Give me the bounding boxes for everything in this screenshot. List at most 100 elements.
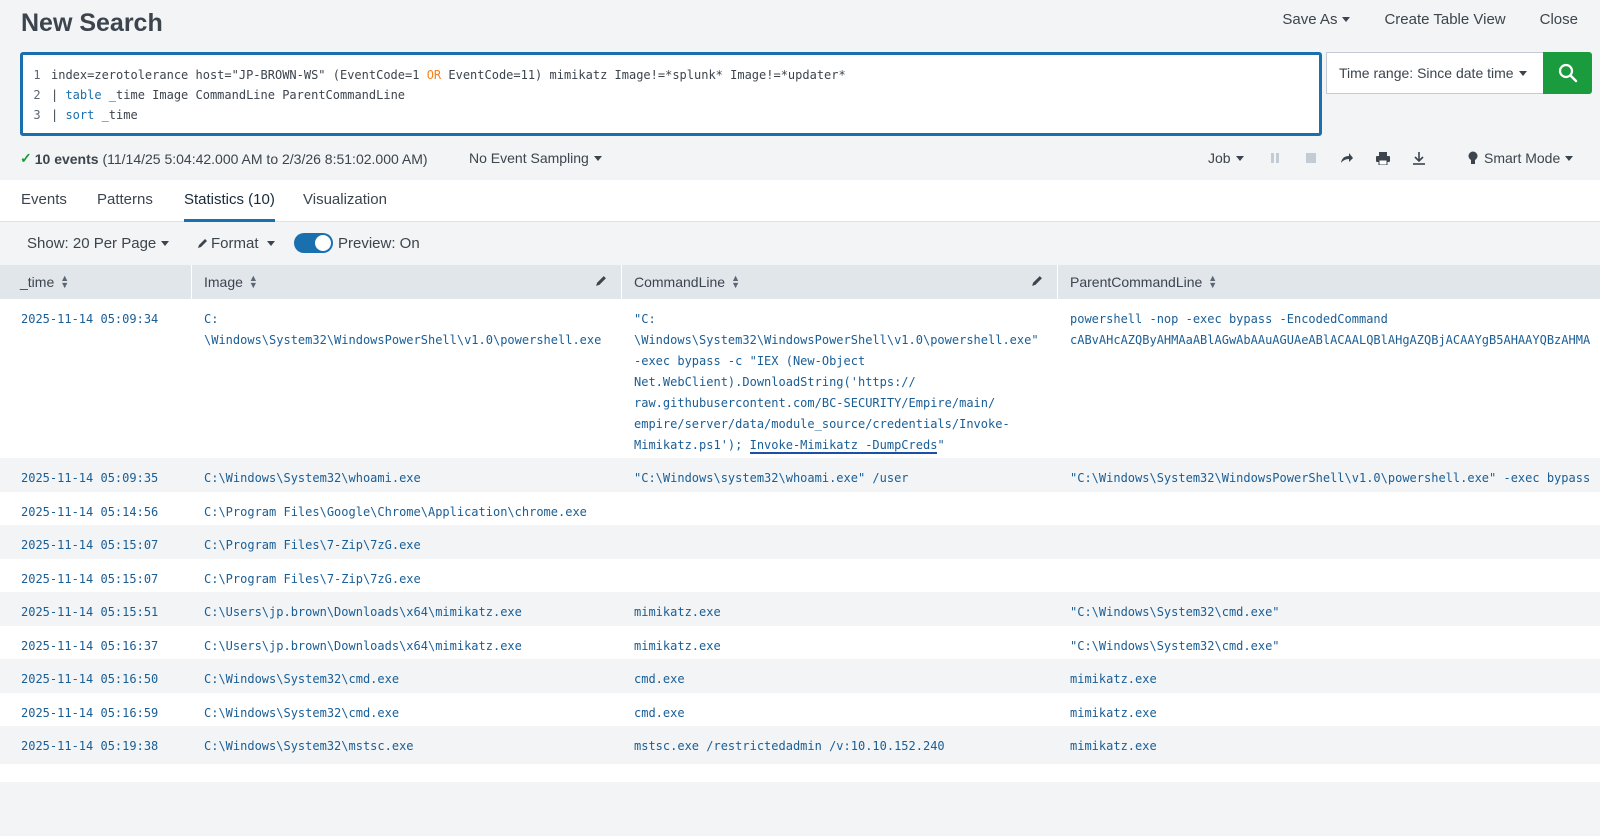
bulb-icon xyxy=(1468,151,1478,164)
search-button[interactable] xyxy=(1543,52,1592,94)
cell-commandline xyxy=(634,525,1054,535)
cell-image: C:\Windows\System32\cmd.exe xyxy=(204,706,400,720)
search-query-editor[interactable]: 1 index=zerotolerance host="JP-BROWN-WS" … xyxy=(20,52,1322,136)
cell-commandline: "C:\Windows\system32\whoami.exe" /user xyxy=(634,471,909,485)
table-row[interactable]: 2025-11-14 05:16:50 C:\Windows\System32\… xyxy=(0,659,1600,693)
cell-image: C:\Users\jp.brown\Downloads\x64\mimikatz… xyxy=(204,605,522,619)
cell-parentcommandline xyxy=(1070,525,1600,535)
commandline-text-tail: " xyxy=(937,438,945,452)
line-number: 2 xyxy=(33,88,41,102)
sort-icon: ▲ ▼ xyxy=(60,273,70,290)
tab-statistics[interactable]: Statistics (10) xyxy=(184,191,275,222)
per-page-label: Show: 20 Per Page xyxy=(27,235,157,252)
cell-commandline: cmd.exe xyxy=(634,672,685,686)
table-row[interactable]: 2025-11-14 05:16:37 C:\Users\jp.brown\Do… xyxy=(0,626,1600,659)
sampling-label: No Event Sampling xyxy=(469,150,589,166)
column-label: _time xyxy=(20,274,55,290)
cell-commandline xyxy=(634,559,1054,569)
preview-toggle[interactable] xyxy=(294,233,333,253)
print-icon[interactable] xyxy=(1372,149,1394,167)
tab-visualization[interactable]: Visualization xyxy=(303,191,387,208)
event-count-summary: ✓ 10 events (11/14/25 5:04:42.000 AM to … xyxy=(20,150,428,167)
pencil-icon[interactable] xyxy=(1031,275,1043,287)
save-as-label: Save As xyxy=(1282,11,1338,28)
query-command: table xyxy=(65,88,102,102)
cell-commandline: mstsc.exe /restrictedadmin /v:10.10.152.… xyxy=(634,739,945,753)
search-icon xyxy=(1558,63,1577,83)
caret-down-icon xyxy=(266,241,275,246)
per-page-dropdown[interactable]: Show: 20 Per Page xyxy=(27,235,170,252)
column-label: CommandLine xyxy=(634,274,726,290)
time-range-picker[interactable]: Time range: Since date time xyxy=(1326,52,1544,94)
column-label: Image xyxy=(204,274,243,290)
column-header-image[interactable]: Image ▲ ▼ xyxy=(192,265,622,299)
column-header-parentcommandline[interactable]: ParentCommandLine ▲ ▼ xyxy=(1058,265,1600,299)
time-range-label: Time range: Since date time xyxy=(1339,65,1514,81)
cell-image: C:\Program Files\Google\Chrome\Applicati… xyxy=(204,505,587,519)
results-table: _time ▲ ▼ Image ▲ ▼ CommandLine ▲ ▼ ParentComm… xyxy=(0,265,1600,760)
column-header-time[interactable]: _time ▲ ▼ xyxy=(0,265,192,299)
search-mode-dropdown[interactable]: Smart Mode xyxy=(1468,150,1574,166)
pencil-icon[interactable] xyxy=(595,275,607,287)
cell-commandline: "C: \Windows\System32\WindowsPowerShell\… xyxy=(634,299,1054,456)
search-mode-label: Smart Mode xyxy=(1484,150,1561,166)
query-line-3: 3 | sort _time xyxy=(23,105,137,125)
pause-icon[interactable] xyxy=(1264,149,1286,167)
cell-parentcommandline: mimikatz.exe xyxy=(1070,672,1157,686)
query-text: index=zerotolerance host="JP-BROWN-WS" (… xyxy=(51,68,427,82)
share-icon[interactable] xyxy=(1336,149,1358,167)
download-icon[interactable] xyxy=(1408,149,1430,167)
table-row[interactable]: 2025-11-14 05:15:07 C:\Program Files\7-Z… xyxy=(0,525,1600,559)
pencil-icon xyxy=(198,239,207,248)
table-row[interactable]: 2025-11-14 05:09:34 C: \Windows\System32… xyxy=(0,299,1600,458)
tab-events[interactable]: Events xyxy=(21,191,67,208)
column-label: ParentCommandLine xyxy=(1070,274,1203,290)
event-time-range: (11/14/25 5:04:42.000 AM to 2/3/26 8:51:… xyxy=(102,150,428,167)
cell-parentcommandline xyxy=(1070,559,1600,569)
cell-time: 2025-11-14 05:16:59 xyxy=(21,706,159,720)
results-controls: Show: 20 Per Page Format Preview: On xyxy=(0,222,1600,264)
cell-image: C:\Windows\System32\cmd.exe xyxy=(204,672,400,686)
stop-icon[interactable] xyxy=(1300,149,1322,167)
table-row[interactable]: 2025-11-14 05:15:07 C:\Program Files\7-Z… xyxy=(0,559,1600,592)
tab-patterns[interactable]: Patterns xyxy=(97,191,153,208)
cell-image: C:\Windows\System32\whoami.exe xyxy=(204,471,421,485)
cell-commandline: mimikatz.exe xyxy=(634,639,721,653)
line-number: 3 xyxy=(33,108,41,122)
cell-image: C:\Users\jp.brown\Downloads\x64\mimikatz… xyxy=(204,639,522,653)
column-header-commandline[interactable]: CommandLine ▲ ▼ xyxy=(622,265,1058,299)
format-dropdown[interactable]: Format xyxy=(197,235,275,252)
save-as-button[interactable]: Save As xyxy=(1282,11,1351,28)
caret-down-icon xyxy=(1342,17,1351,22)
caret-down-icon xyxy=(1235,155,1244,161)
cell-time: 2025-11-14 05:09:35 xyxy=(21,471,159,485)
table-row[interactable]: 2025-11-14 05:09:35 C:\Windows\System32\… xyxy=(0,458,1600,492)
caret-down-icon xyxy=(1518,70,1527,76)
cell-time: 2025-11-14 05:16:50 xyxy=(21,672,159,686)
table-row[interactable]: 2025-11-14 05:14:56 C:\Program Files\Goo… xyxy=(0,492,1600,525)
cell-time: 2025-11-14 05:15:51 xyxy=(21,605,159,619)
results-tabs: Events Patterns Statistics (10) Visualiz… xyxy=(0,180,1600,222)
table-row[interactable]: 2025-11-14 05:15:51 C:\Users\jp.brown\Do… xyxy=(0,592,1600,626)
event-sampling-dropdown[interactable]: No Event Sampling xyxy=(469,150,602,166)
cell-parentcommandline xyxy=(1070,492,1600,502)
close-button[interactable]: Close xyxy=(1540,11,1578,28)
cell-image: C:\Windows\System32\mstsc.exe xyxy=(204,739,414,753)
cell-commandline: mimikatz.exe xyxy=(634,605,721,619)
cell-image: C: \Windows\System32\WindowsPowerShell\v… xyxy=(204,312,602,347)
sort-icon: ▲ ▼ xyxy=(731,273,740,290)
caret-down-icon xyxy=(1565,155,1574,161)
sort-icon: ▲ ▼ xyxy=(248,273,258,290)
query-text: EventCode=11) mimikatz Image!=*splunk* I… xyxy=(441,68,846,82)
cell-time: 2025-11-14 05:14:56 xyxy=(21,505,159,519)
create-table-view-button[interactable]: Create Table View xyxy=(1384,11,1505,28)
table-footer xyxy=(0,764,1600,782)
job-label: Job xyxy=(1208,150,1231,166)
caret-down-icon xyxy=(161,241,170,246)
query-operator: OR xyxy=(426,68,442,82)
cell-commandline: cmd.exe xyxy=(634,706,685,720)
job-menu[interactable]: Job xyxy=(1208,150,1244,166)
query-text: | xyxy=(51,108,66,122)
table-row[interactable]: 2025-11-14 05:16:59 C:\Windows\System32\… xyxy=(0,693,1600,726)
table-row[interactable]: 2025-11-14 05:19:38 C:\Windows\System32\… xyxy=(0,726,1600,760)
